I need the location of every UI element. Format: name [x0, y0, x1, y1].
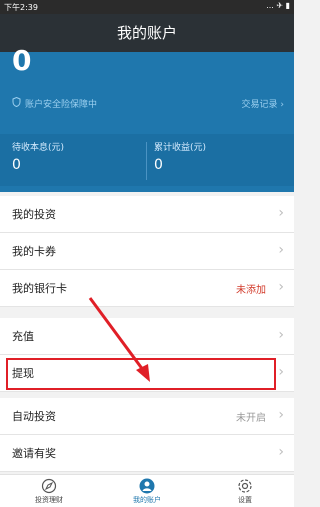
chevron-right-icon: › — [278, 327, 284, 343]
gear-icon — [196, 477, 294, 495]
bank-card-status: 未添加 — [236, 285, 266, 296]
auto-invest-status: 未开启 — [236, 413, 266, 424]
pending-earnings: 待收本息(元) 0 — [12, 140, 64, 173]
tab-label: 设置 — [238, 496, 252, 504]
security-label: 账户安全险保障中 — [25, 100, 98, 110]
chevron-right-icon: › — [278, 407, 284, 423]
earnings-label: 待收本息(元) — [12, 143, 65, 153]
page-title: 我的账户 — [0, 14, 294, 52]
menu-item-label: 我的银行卡 — [12, 282, 67, 295]
menu-item-label: 我的卡券 — [12, 245, 56, 258]
menu-item-invite-rewards[interactable]: 邀请有奖 › — [0, 435, 294, 472]
earnings-panel: 待收本息(元) 0 累计收益(元) 0 — [0, 134, 294, 186]
menu-item-my-investments[interactable]: 我的投资 › — [0, 196, 294, 233]
tab-label: 我的账户 — [133, 496, 161, 504]
status-time: 下午2:39 — [4, 3, 38, 12]
tab-my-account[interactable]: 我的账户 — [98, 477, 196, 505]
user-icon — [98, 477, 196, 495]
menu-item-my-coupons[interactable]: 我的卡券 › — [0, 233, 294, 270]
chevron-right-icon: › — [278, 205, 284, 221]
tab-label: 投资理财 — [35, 496, 63, 504]
total-earnings: 累计收益(元) 0 — [154, 140, 206, 173]
tab-invest[interactable]: 投资理财 — [0, 477, 98, 505]
compass-icon — [0, 477, 98, 495]
chevron-right-icon: › — [278, 242, 284, 258]
menu-item-bank-card[interactable]: 我的银行卡 未添加 › — [0, 270, 294, 307]
menu-item-label: 邀请有奖 — [12, 447, 56, 460]
divider — [146, 142, 147, 180]
annotation-highlight-box — [6, 358, 276, 390]
status-icons: ... ✈ ▮ — [266, 1, 290, 10]
list-group: 自动投资 未开启 › 邀请有奖 › — [0, 398, 294, 472]
earnings-label: 累计收益(元) — [154, 143, 207, 153]
menu-item-label: 我的投资 — [12, 208, 56, 221]
status-bar: 下午2:39 ... ✈ ▮ — [0, 0, 294, 14]
account-balance: 0 — [12, 44, 32, 77]
bottom-tab-bar: 投资理财 我的账户 设置 — [0, 474, 294, 507]
chevron-right-icon: › — [278, 279, 284, 295]
transaction-records-link[interactable]: 交易记录 › — [242, 97, 284, 110]
earnings-value: 0 — [12, 157, 21, 173]
menu-item-label: 自动投资 — [12, 410, 56, 423]
list-group: 我的投资 › 我的卡券 › 我的银行卡 未添加 › — [0, 196, 294, 307]
chevron-right-icon: › — [278, 364, 284, 380]
menu-item-label: 充值 — [12, 330, 34, 343]
menu-item-auto-invest[interactable]: 自动投资 未开启 › — [0, 398, 294, 435]
chevron-right-icon: › — [278, 444, 284, 460]
menu-item-recharge[interactable]: 充值 › — [0, 318, 294, 355]
security-notice: 账户安全险保障中 — [12, 96, 98, 110]
tab-settings[interactable]: 设置 — [196, 477, 294, 505]
earnings-value: 0 — [154, 157, 163, 173]
shield-icon — [12, 96, 21, 110]
